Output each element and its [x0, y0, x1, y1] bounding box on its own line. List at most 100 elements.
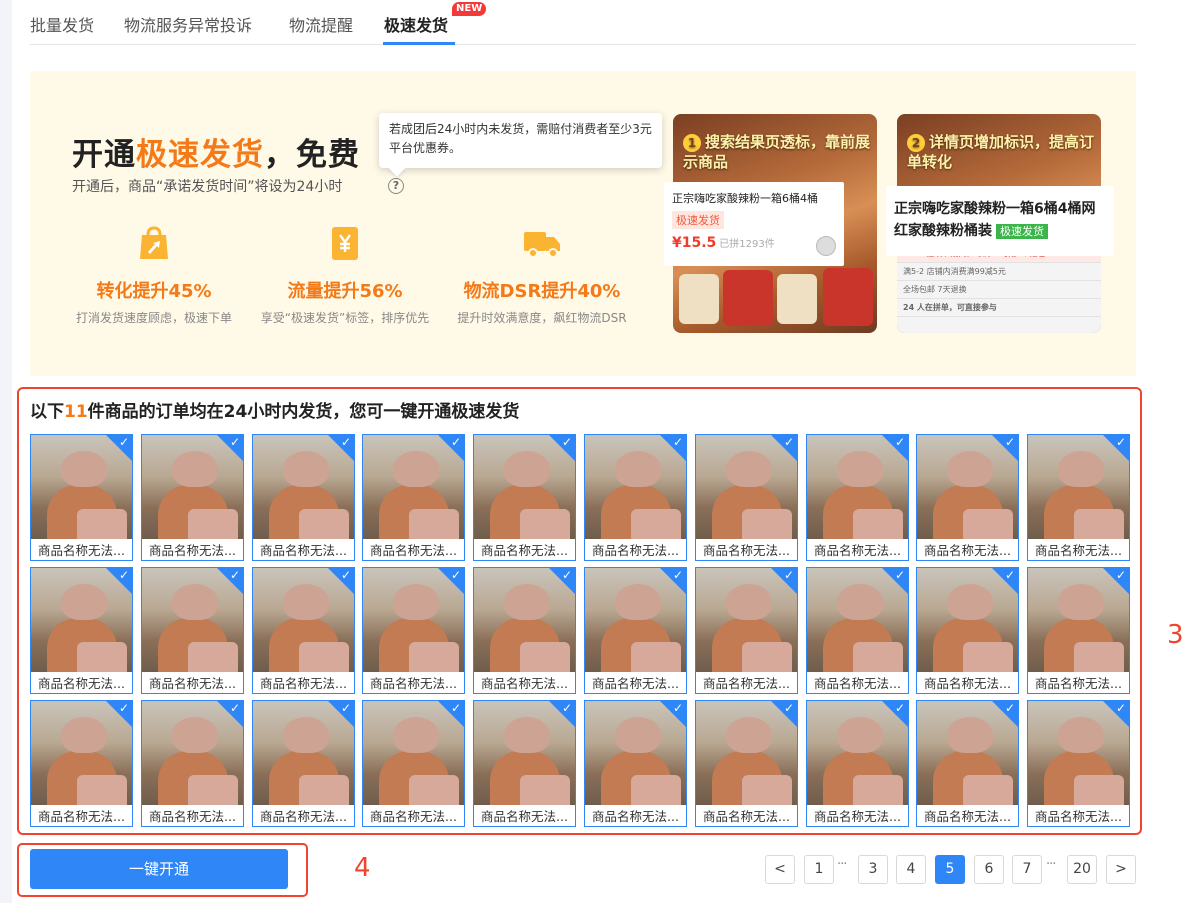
product-card[interactable]: ✓ 商品名称无法...	[1027, 700, 1130, 827]
product-image-hat	[283, 451, 329, 487]
product-image-skirt	[742, 509, 792, 539]
tab-logistics-complaint[interactable]: 物流服务异常投诉	[124, 12, 252, 36]
product-card[interactable]: ✓ 商品名称无法...	[252, 700, 355, 827]
product-card[interactable]: ✓ 商品名称无法...	[30, 700, 133, 827]
product-image-hat	[61, 717, 107, 753]
enable-express-button[interactable]: 一键开通	[30, 849, 288, 889]
card-title: 正宗嗨吃家酸辣粉一箱6桶4桶	[672, 192, 818, 205]
product-card[interactable]: ✓ 商品名称无法...	[30, 434, 133, 561]
page-6-button[interactable]: 6	[974, 855, 1004, 884]
product-name: 商品名称无法...	[703, 809, 790, 824]
product-image-skirt	[520, 775, 570, 805]
product-image-skirt	[853, 642, 903, 672]
promo-banner: 开通极速发货，免费 开通后，商品“承诺发货时间”将设为24小时 ? 若成团后24…	[30, 71, 1136, 376]
product-image-skirt	[1074, 775, 1124, 805]
product-card[interactable]: ✓ 商品名称无法...	[141, 567, 244, 694]
noodle-cup-image	[777, 274, 817, 324]
shop-avatar	[816, 236, 836, 256]
product-card[interactable]: ✓ 商品名称无法...	[695, 700, 798, 827]
bag-up-icon	[140, 226, 168, 259]
product-card[interactable]: ✓ 商品名称无法...	[695, 434, 798, 561]
annotation-3: 3	[1167, 620, 1184, 650]
feature-logistics: 物流DSR提升40% 提升时效满意度，飙红物流DSR	[447, 223, 637, 326]
product-card[interactable]: ✓ 商品名称无法...	[141, 434, 244, 561]
page-1-button[interactable]: 1	[804, 855, 834, 884]
checkmark-icon: ✓	[672, 701, 683, 715]
product-name: 商品名称无法...	[481, 676, 568, 691]
product-card[interactable]: ✓ 商品名称无法...	[1027, 434, 1130, 561]
product-card[interactable]: ✓ 商品名称无法...	[362, 700, 465, 827]
product-image-skirt	[409, 642, 459, 672]
checkmark-icon: ✓	[1004, 701, 1015, 715]
product-card[interactable]: ✓ 商品名称无法...	[806, 434, 909, 561]
product-image-skirt	[409, 509, 459, 539]
product-name: 商品名称无法...	[814, 543, 901, 558]
promo-title: 2 详情页增加标识，提高订单转化	[907, 133, 1095, 171]
product-image-skirt	[188, 775, 238, 805]
product-card[interactable]: ✓ 商品名称无法...	[916, 567, 1019, 694]
product-card[interactable]: ✓ 商品名称无法...	[584, 434, 687, 561]
product-name: 商品名称无法...	[370, 676, 457, 691]
tab-batch-shipping[interactable]: 批量发货	[30, 12, 94, 36]
page-7-button[interactable]: 7	[1012, 855, 1042, 884]
product-card[interactable]: ✓ 商品名称无法...	[806, 567, 909, 694]
help-icon[interactable]: ?	[388, 178, 404, 194]
product-card[interactable]: ✓ 商品名称无法...	[473, 434, 576, 561]
card-title: 正宗嗨吃家酸辣粉一箱6桶4桶网红家酸辣粉桶装 极速发货	[894, 201, 1096, 239]
product-image-skirt	[299, 642, 349, 672]
product-name: 商品名称无法...	[1035, 676, 1122, 691]
checkmark-icon: ✓	[450, 435, 461, 449]
product-image-hat	[1058, 717, 1104, 753]
prev-page-button[interactable]: <	[765, 855, 795, 884]
page-4-button[interactable]: 4	[896, 855, 926, 884]
product-card[interactable]: ✓ 商品名称无法...	[362, 567, 465, 694]
product-image-skirt	[631, 642, 681, 672]
product-card[interactable]: ✓ 商品名称无法...	[1027, 567, 1130, 694]
product-card[interactable]: ✓ 商品名称无法...	[806, 700, 909, 827]
product-card[interactable]: ✓ 商品名称无法...	[362, 434, 465, 561]
product-card[interactable]: ✓ 商品名称无法...	[584, 700, 687, 827]
product-name: 商品名称无法...	[703, 676, 790, 691]
next-page-button[interactable]: >	[1106, 855, 1136, 884]
product-image-hat	[615, 717, 661, 753]
product-card[interactable]: ✓ 商品名称无法...	[252, 434, 355, 561]
product-name: 商品名称无法...	[814, 809, 901, 824]
product-card[interactable]: ✓ 商品名称无法...	[30, 567, 133, 694]
product-image-hat	[61, 451, 107, 487]
feature-value: 转化提升45%	[96, 281, 212, 302]
product-name: 商品名称无法...	[38, 543, 125, 558]
detail-line: 满5-2 店铺内消费满99减5元	[897, 263, 1101, 281]
product-card[interactable]: ✓ 商品名称无法...	[584, 567, 687, 694]
page-20-button[interactable]: 20	[1067, 855, 1097, 884]
product-card[interactable]: ✓ 商品名称无法...	[916, 700, 1019, 827]
search-result-card: 正宗嗨吃家酸辣粉一箱6桶4桶 极速发货 ¥15.5 已拼1293件	[664, 182, 844, 266]
product-image-skirt	[963, 775, 1013, 805]
product-card[interactable]: ✓ 商品名称无法...	[473, 567, 576, 694]
pagination-ellipsis: ···	[1046, 857, 1056, 872]
product-image-hat	[393, 717, 439, 753]
product-name: 商品名称无法...	[260, 543, 347, 558]
product-card[interactable]: ✓ 商品名称无法...	[252, 567, 355, 694]
noodle-cup-image	[679, 274, 719, 324]
product-card[interactable]: ✓ 商品名称无法...	[141, 700, 244, 827]
product-image-hat	[172, 451, 218, 487]
promo-title: 1 搜索结果页透标，靠前展示商品	[683, 133, 871, 171]
page-5-button[interactable]: 5	[935, 855, 965, 884]
product-card[interactable]: ✓ 商品名称无法...	[473, 700, 576, 827]
checkmark-icon: ✓	[1115, 568, 1126, 582]
tab-logistics-reminder[interactable]: 物流提醒	[289, 12, 353, 36]
product-name: 商品名称无法...	[592, 543, 679, 558]
product-image-hat	[837, 451, 883, 487]
feature-desc: 提升时效满意度，飙红物流DSR	[457, 311, 627, 325]
tab-express-shipping[interactable]: 极速发货	[384, 12, 448, 36]
page-3-button[interactable]: 3	[858, 855, 888, 884]
product-card[interactable]: ✓ 商品名称无法...	[695, 567, 798, 694]
product-image-hat	[1058, 584, 1104, 620]
product-image-hat	[726, 584, 772, 620]
feature-value: 流量提升56%	[287, 281, 403, 302]
product-name: 商品名称无法...	[370, 543, 457, 558]
checkmark-icon: ✓	[118, 435, 129, 449]
detail-line: 全场包邮 7天退换	[897, 281, 1101, 299]
product-card[interactable]: ✓ 商品名称无法...	[916, 434, 1019, 561]
product-image-hat	[615, 584, 661, 620]
